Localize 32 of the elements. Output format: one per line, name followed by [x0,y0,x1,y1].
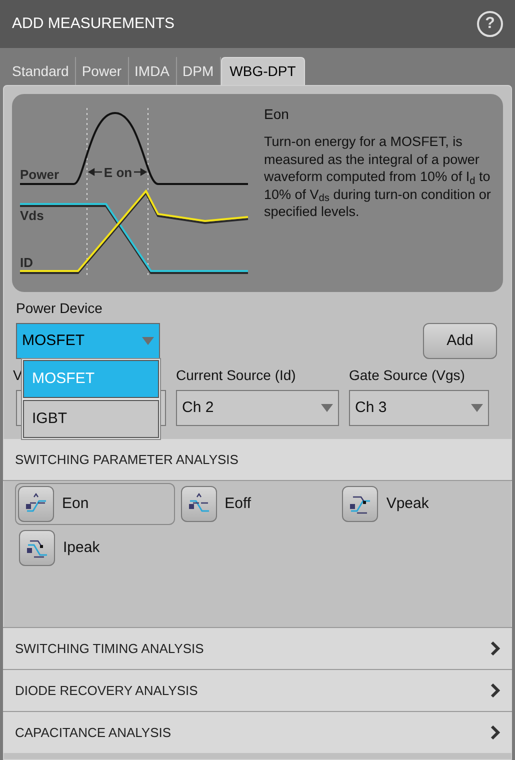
waveform-icon [18,486,54,522]
measurement-button[interactable]: Vpeak [338,483,498,525]
waveform-icon [19,530,55,566]
description-text: Turn-on energy for a MOSFET, is measured as the integral of a power waveform computed from 10% of I$_{d}$ to 10% of V$_{ds}$ during turn-on condition or specified levels. [264,133,492,220]
waveform-diagram: Power Vds ID E on [12,94,252,284]
help-button[interactable]: ? [477,11,503,37]
window-title: ADD MEASUREMENTS [12,14,175,34]
power-device-dropdown[interactable]: MOSFET [16,323,160,359]
section-header[interactable]: SWITCHING PARAMETER ANALYSIS [3,439,512,481]
dropdown-caret-icon [471,404,483,412]
field-label: Current Source (Id) [176,366,297,385]
section-header[interactable]: DIODE RECOVERY ANALYSIS [3,669,512,711]
section-header[interactable]: SWITCHING TIMING ANALYSIS [3,627,512,669]
chevron-right-icon [490,641,500,656]
field-label: Gate Source (Vgs) [349,366,466,385]
measurement-button[interactable]: Ipeak [15,527,175,569]
description-title: Eon [264,105,290,124]
chevron-right-icon [490,725,500,740]
measurement-button[interactable]: Eon [15,483,175,525]
waveform-icon [342,486,378,522]
tab[interactable]: WBG-DPT [220,57,305,85]
field-label: Power Device [16,299,104,318]
waveform-icon [180,486,217,522]
source-dropdown[interactable]: Ch 3 [349,390,489,426]
dropdown-caret-icon [321,404,333,412]
add-button[interactable]: Add [423,323,497,359]
dropdown-option[interactable]: IGBT [23,400,159,438]
measurement-button[interactable]: Eoff [176,483,336,525]
dropdown-caret-icon [142,337,154,345]
section-header[interactable]: CAPACITANCE ANALYSIS [3,711,512,753]
source-dropdown[interactable]: Ch 2 [176,390,339,426]
chevron-right-icon [490,683,500,698]
